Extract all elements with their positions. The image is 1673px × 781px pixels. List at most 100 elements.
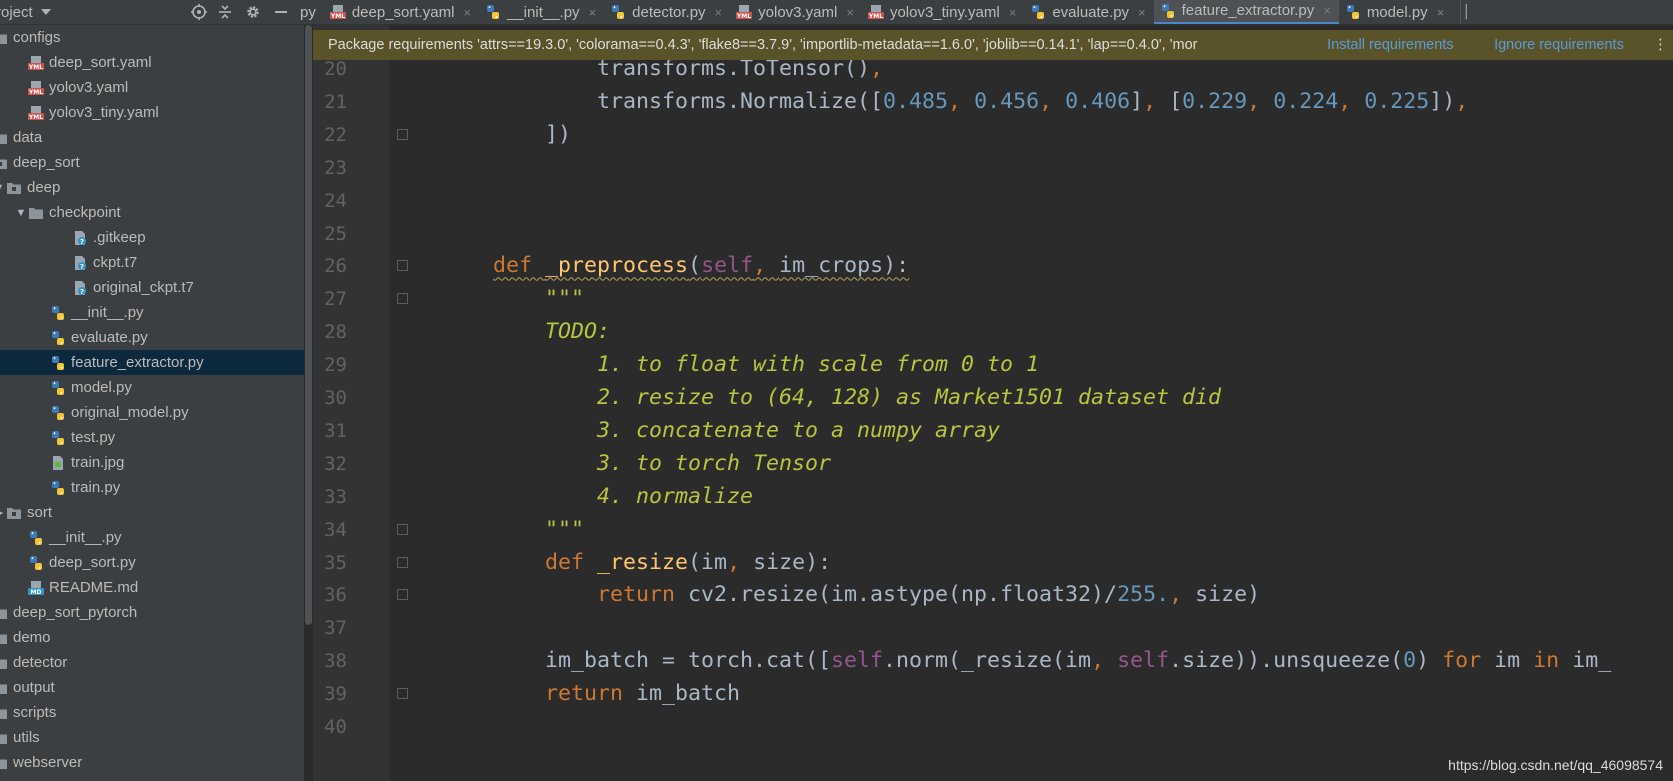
code-line[interactable]: 4. normalize [441,479,753,514]
code-editor[interactable]: 20 21 22 23 24 25 26 27 28 29 30 31 32 33 34 35 36 37 38 39… [313,25,1673,781]
yaml-icon: YML [868,4,884,20]
tree-item[interactable]: configs [0,25,304,50]
code-token: return [597,582,689,608]
tree-item[interactable]: __init__.py [0,300,304,325]
code-token: im_ [1572,648,1612,674]
tab-init-py[interactable]: __init__.py × [479,0,604,24]
tree-item[interactable]: YML yolov3_tiny.yaml [0,100,304,125]
tab-deep-sort-yaml[interactable]: YML deep_sort.yaml × [324,0,479,24]
folder-icon [0,730,8,746]
tree-item[interactable]: deep_sort.py [0,550,304,575]
fold-marker-icon[interactable] [397,589,408,601]
more-options-icon[interactable]: ⋮ [1653,37,1673,53]
tree-item[interactable]: original_model.py [0,400,304,425]
close-icon[interactable]: × [1138,5,1146,20]
tree-item[interactable]: YML yolov3.yaml [0,75,304,100]
code-line[interactable]: def _preprocess(self, im_crops): [441,248,909,283]
tree-item[interactable]: test.py [0,425,304,450]
tree-item[interactable]: train.jpg [0,450,304,475]
tree-item[interactable]: utils [0,725,304,750]
fold-marker-icon[interactable] [397,523,408,535]
python-icon [50,355,66,371]
tree-item[interactable]: train.py [0,475,304,500]
install-requirements-link[interactable]: Install requirements [1327,37,1494,53]
code-line[interactable]: TODO: [441,314,610,349]
line-number: 27 [324,288,347,311]
tree-item[interactable]: feature_extractor.py [0,350,304,375]
tree-item-label: __init__.py [49,529,122,546]
fold-marker-icon[interactable] [397,128,408,140]
minimize-icon[interactable] [268,0,294,24]
tab-overflow-icon[interactable]: ▏ [1460,0,1480,24]
code-line[interactable]: 3. to torch Tensor [441,446,831,481]
project-title[interactable]: roject [0,4,33,21]
code-line[interactable]: im_batch = torch.cat([self.norm(_resize(… [441,643,1611,678]
code-line[interactable]: return im_batch [441,676,740,711]
close-icon[interactable]: × [715,5,723,20]
ignore-requirements-link[interactable]: Ignore requirements [1494,37,1653,53]
close-icon[interactable]: × [1009,5,1017,20]
tab-detector-py[interactable]: detector.py × [604,0,730,24]
close-icon[interactable]: × [589,5,597,20]
tab-label: __init__.py [507,3,580,21]
tree-item[interactable]: ▼deep [0,175,304,200]
tree-item[interactable]: deep_sort [0,150,304,175]
tree-item[interactable]: __init__.py [0,525,304,550]
fold-marker-icon[interactable] [397,260,408,272]
code-line[interactable]: transforms.Normalize([0.485, 0.456, 0.40… [441,84,1468,119]
code-line[interactable]: 1. to float with scale from 0 to 1 [441,347,1039,382]
code-line[interactable]: """ [441,512,584,547]
code-line[interactable]: return cv2.resize(im.astype(np.float32)/… [441,577,1260,612]
gear-icon[interactable] [238,0,268,24]
svg-text:YML: YML [736,13,751,20]
chevron-down-icon[interactable]: ▼ [14,207,28,219]
code-token: ]) [1429,88,1456,114]
tree-item[interactable]: MD README.md [0,575,304,600]
tab-model-py[interactable]: model.py × [1339,0,1452,24]
close-icon[interactable]: × [1323,3,1331,18]
fold-marker-icon[interactable] [397,688,408,700]
close-icon[interactable]: × [1437,5,1445,20]
tree-item[interactable]: output [0,675,304,700]
code-line[interactable]: 3. concatenate to a numpy array [441,413,1000,448]
chevron-down-icon[interactable] [40,9,51,15]
sidebar-scrollbar[interactable] [304,25,313,781]
tree-item[interactable]: model.py [0,375,304,400]
code-line[interactable]: """ [441,281,584,316]
tab-yolov3-tiny-yaml[interactable]: YML yolov3_tiny.yaml × [862,0,1024,24]
close-icon[interactable]: × [846,5,854,20]
tree-item[interactable]: ▶sort [0,500,304,525]
tree-item[interactable]: ? original_ckpt.t7 [0,275,304,300]
line-number: 23 [324,156,347,179]
tree-item[interactable]: webserver [0,750,304,775]
sidebar-scrollbar-thumb[interactable] [305,25,312,625]
line-number-gutter: 20 21 22 23 24 25 26 27 28 29 30 31 32 33 34 35 36 37 38 39… [313,25,389,781]
tree-item[interactable]: deep_sort_pytorch [0,600,304,625]
code-line[interactable]: def _resize(im, size): [441,545,831,580]
code-line[interactable]: ]) [441,117,571,152]
fold-marker-icon[interactable] [397,293,408,305]
tree-item[interactable]: scripts [0,700,304,725]
tree-item[interactable]: ? .gitkeep [0,225,304,250]
tab-feature-extractor-py[interactable]: feature_extractor.py × [1153,0,1339,24]
tree-item[interactable]: data [0,125,304,150]
code-line[interactable]: 2. resize to (64, 128) as Market1501 dat… [441,380,1221,415]
collapse-icon[interactable] [212,0,238,24]
tree-item[interactable]: detector [0,650,304,675]
fold-marker-icon[interactable] [397,556,408,568]
tree-item[interactable]: demo [0,625,304,650]
tab-py[interactable]: py [294,0,324,24]
close-icon[interactable]: × [463,5,471,20]
line-number: 21 [324,90,347,113]
svg-text:?: ? [80,288,84,296]
project-header[interactable]: roject [0,0,238,24]
tab-evaluate-py[interactable]: evaluate.py × [1024,0,1153,24]
target-icon[interactable] [186,0,212,24]
tree-item[interactable]: ▼ checkpoint [0,200,304,225]
tree-item[interactable]: evaluate.py [0,325,304,350]
tree-item[interactable]: YML deep_sort.yaml [0,50,304,75]
tree-item[interactable]: ? ckpt.t7 [0,250,304,275]
tab-yolov3-yaml[interactable]: YML yolov3.yaml × [730,0,862,24]
python-icon [28,530,44,546]
